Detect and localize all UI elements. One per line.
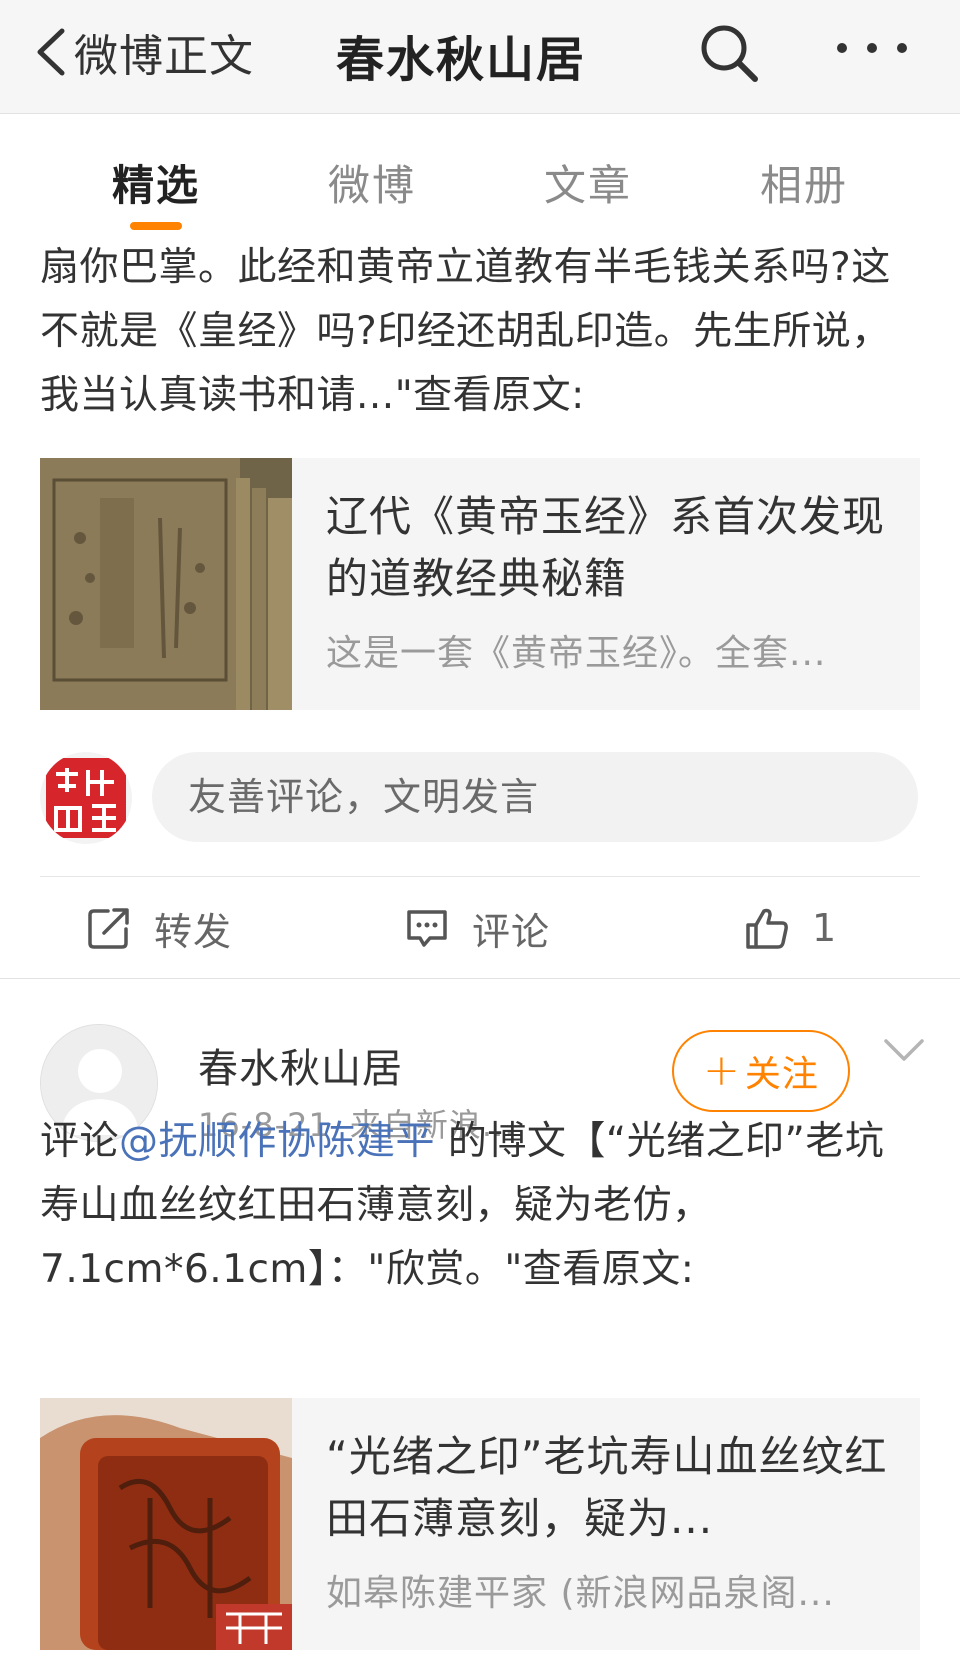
mention-link[interactable]: @抚顺作协陈建平 — [119, 1119, 435, 1164]
plus-icon: + — [703, 1045, 741, 1096]
back-label: 微博正文 — [74, 31, 254, 82]
tab-album[interactable]: 相册 — [760, 152, 848, 213]
card-thumbnail — [40, 1398, 292, 1650]
profile-tabs: 精选 微博 文章 相册 — [0, 114, 960, 232]
follow-button[interactable]: + 关注 — [672, 1030, 850, 1112]
link-card[interactable]: 辽代《黄帝玉经》系首次发现的道教经典秘籍 这是一套《黄帝玉经》。全套... — [40, 458, 920, 710]
share-icon — [88, 908, 129, 949]
tab-articles[interactable]: 文章 — [544, 152, 632, 213]
chevron-left-icon — [37, 28, 65, 76]
like-button[interactable]: 1 — [744, 900, 837, 956]
card-title: 辽代《黄帝玉经》系首次发现的道教经典秘籍 — [326, 492, 886, 603]
repost-button[interactable]: 转发 — [86, 900, 232, 956]
card-description: 这是一套《黄帝玉经》。全套... — [326, 633, 827, 674]
more-icon[interactable] — [832, 38, 912, 58]
comment-button[interactable]: 评论 — [404, 900, 550, 956]
post-action-bar: 转发 评论 1 — [0, 878, 960, 978]
card-title: “光绪之印”老坑寿山血丝纹红田石薄意刻，疑为... — [326, 1432, 888, 1543]
tab-weibo[interactable]: 微博 — [328, 152, 416, 213]
top-nav-bar: 微博正文 春水秋山居 — [0, 0, 960, 114]
thumbs-up-icon — [746, 908, 788, 949]
card-description: 如皋陈建平家 (新浪网品泉阁... — [326, 1573, 835, 1614]
card-thumbnail — [40, 458, 292, 710]
post-text[interactable]: 评论@抚顺作协陈建平 的博文【“光绪之印”老坑寿山血丝纹红田石薄意刻，疑为老仿，… — [40, 1110, 920, 1302]
post-text[interactable]: 扇你巴掌。此经和黄帝立道教有半毛钱关系吗?这不就是《皇经》吗?印经还胡乱印造。先… — [40, 236, 920, 428]
avatar[interactable] — [40, 752, 132, 844]
like-count: 1 — [812, 906, 838, 950]
page-title: 春水秋山居 — [336, 32, 587, 88]
post-separator — [0, 978, 960, 979]
comment-label: 评论 — [472, 909, 551, 954]
follow-label: 关注 — [744, 1054, 819, 1095]
post-text-prefix: 评论 — [40, 1119, 120, 1164]
chevron-down-icon[interactable] — [882, 1036, 926, 1064]
repost-label: 转发 — [154, 909, 233, 954]
comment-input[interactable]: 友善评论，文明发言 — [152, 752, 918, 842]
active-tab-indicator — [130, 222, 182, 230]
divider — [40, 876, 920, 877]
link-card[interactable]: “光绪之印”老坑寿山血丝纹红田石薄意刻，疑为... 如皋陈建平家 (新浪网品泉阁… — [40, 1398, 920, 1650]
username[interactable]: 春水秋山居 — [198, 1036, 403, 1094]
back-button[interactable]: 微博正文 — [34, 22, 254, 82]
tab-featured[interactable]: 精选 — [112, 152, 200, 213]
comment-icon — [407, 910, 447, 947]
search-icon[interactable] — [698, 22, 760, 84]
